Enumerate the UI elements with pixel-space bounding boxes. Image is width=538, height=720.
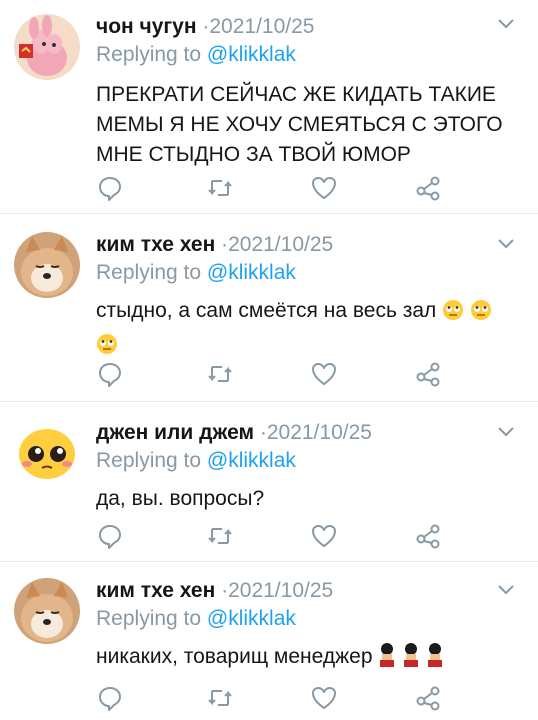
chevron-down-icon[interactable] <box>496 582 516 596</box>
tweet-header: ким тхе хен ·2021/10/25 <box>96 232 524 258</box>
tweet-header: ким тхе хен ·2021/10/25 <box>96 578 524 604</box>
tweet-header: джен или джем ·2021/10/25 <box>96 420 524 446</box>
reply-icon[interactable] <box>96 522 124 550</box>
replying-prefix: Replying to <box>96 607 207 630</box>
share-icon[interactable] <box>414 684 442 712</box>
reply-thread: чон чугун ·2021/10/25 Replying to @klikk… <box>0 0 538 720</box>
like-icon[interactable] <box>310 360 338 388</box>
pink-cartoon-character-avatar <box>14 14 80 80</box>
author-name[interactable]: джен или джем <box>96 421 254 444</box>
tweet-text-block: никаких, товарищ менеджер <box>96 642 524 676</box>
like-icon[interactable] <box>310 684 338 712</box>
tweet-date[interactable]: 2021/10/25 <box>209 15 314 38</box>
retweet-icon[interactable] <box>206 684 234 712</box>
like-icon[interactable] <box>310 174 338 202</box>
tweet-text: ПРЕКРАТИ СЕЙЧАС ЖЕ КИДАТЬ ТАКИЕ МЕМЫ Я Н… <box>96 83 503 166</box>
rolling-eyes-emoji <box>470 299 492 330</box>
retweet-icon[interactable] <box>206 360 234 388</box>
chevron-down-icon[interactable] <box>496 16 516 30</box>
replying-to: Replying to @klikklak <box>96 40 524 70</box>
tweet-text: стыдно, а сам смеётся на весь зал <box>96 299 437 322</box>
reply-icon[interactable] <box>96 360 124 388</box>
tweet[interactable]: ким тхе хен ·2021/10/25 Replying to @kli… <box>0 214 538 402</box>
pleading-face-avatar <box>14 420 80 486</box>
guard-emoji <box>378 643 396 676</box>
avatar[interactable] <box>14 578 80 644</box>
replying-prefix: Replying to <box>96 449 207 472</box>
reply-handle-link[interactable]: @klikklak <box>207 43 296 66</box>
tweet[interactable]: чон чугун ·2021/10/25 Replying to @klikk… <box>0 0 538 214</box>
tweet-date[interactable]: 2021/10/25 <box>228 579 333 602</box>
like-icon[interactable] <box>310 522 338 550</box>
share-icon[interactable] <box>414 522 442 550</box>
tweet-date[interactable]: 2021/10/25 <box>267 421 372 444</box>
tweet-text: никаких, товарищ менеджер <box>96 645 373 668</box>
reply-icon[interactable] <box>96 174 124 202</box>
reply-icon[interactable] <box>96 684 124 712</box>
tweet-date[interactable]: 2021/10/25 <box>228 233 333 256</box>
share-icon[interactable] <box>414 360 442 388</box>
guard-emoji <box>402 643 420 676</box>
rolling-eyes-emoji <box>442 299 464 330</box>
reply-handle-link[interactable]: @klikklak <box>207 607 296 630</box>
tweet-text-block: стыдно, а сам смеётся на весь зал <box>96 296 524 364</box>
date-separator: · <box>215 233 229 256</box>
tweet-text: да, вы. вопросы? <box>96 487 265 510</box>
shiba-dog-avatar <box>14 232 80 298</box>
tweet-header: чон чугун ·2021/10/25 <box>96 14 524 40</box>
replying-prefix: Replying to <box>96 261 207 284</box>
replying-to: Replying to @klikklak <box>96 446 524 476</box>
replying-prefix: Replying to <box>96 43 207 66</box>
avatar[interactable] <box>14 420 80 486</box>
shiba-dog-avatar <box>14 578 80 644</box>
avatar[interactable] <box>14 14 80 80</box>
tweet[interactable]: ким тхе хен ·2021/10/25 Replying to @kli… <box>0 562 538 720</box>
avatar[interactable] <box>14 232 80 298</box>
replying-to: Replying to @klikklak <box>96 604 524 634</box>
reply-handle-link[interactable]: @klikklak <box>207 261 296 284</box>
date-separator: · <box>254 421 267 444</box>
reply-handle-link[interactable]: @klikklak <box>207 449 296 472</box>
replying-to: Replying to @klikklak <box>96 258 524 288</box>
date-separator: · <box>215 579 229 602</box>
chevron-down-icon[interactable] <box>496 424 516 438</box>
author-name[interactable]: ким тхе хен <box>96 233 215 256</box>
author-name[interactable]: ким тхе хен <box>96 579 215 602</box>
retweet-icon[interactable] <box>206 174 234 202</box>
guard-emoji <box>426 643 444 676</box>
tweet[interactable]: джен или джем ·2021/10/25 Replying to @k… <box>0 402 538 562</box>
retweet-icon[interactable] <box>206 522 234 550</box>
chevron-down-icon[interactable] <box>496 236 516 250</box>
author-name[interactable]: чон чугун <box>96 15 197 38</box>
share-icon[interactable] <box>414 174 442 202</box>
date-separator: · <box>196 15 210 38</box>
